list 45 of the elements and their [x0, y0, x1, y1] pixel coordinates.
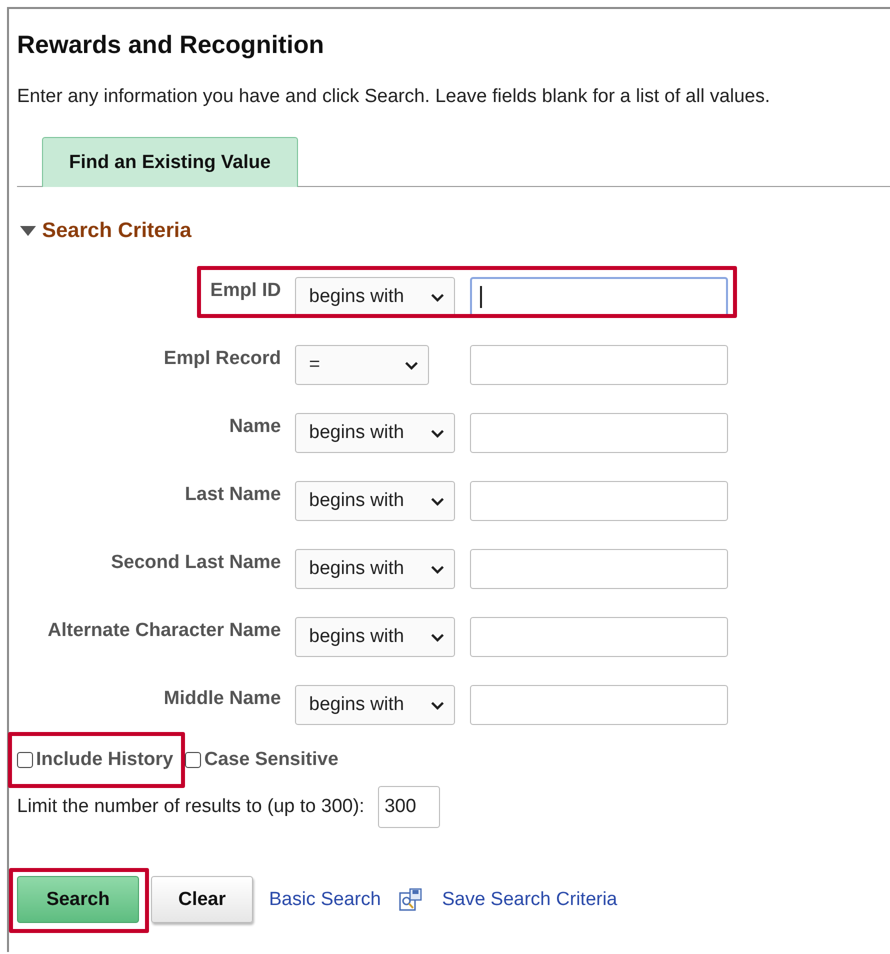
limit-field[interactable]: 300: [378, 786, 440, 828]
field-label: Empl ID: [209, 279, 281, 302]
operator-dropdown[interactable]: begins with: [295, 413, 455, 453]
text-field[interactable]: [470, 549, 728, 589]
caret-icon: [431, 292, 444, 302]
operator-dropdown[interactable]: begins with: [295, 549, 455, 589]
field-label: Alternate Character Name: [46, 619, 281, 642]
operator-dropdown[interactable]: begins with: [295, 481, 455, 521]
field-label: Middle Name: [162, 687, 281, 710]
text-field[interactable]: [470, 277, 728, 317]
caret-icon: [405, 360, 418, 370]
save-search-icon[interactable]: [398, 888, 423, 912]
caret-icon: [431, 564, 444, 574]
operator-dropdown[interactable]: =: [295, 345, 429, 385]
text-cursor: [480, 286, 482, 308]
text-field[interactable]: [470, 345, 728, 385]
caret-icon: [431, 496, 444, 506]
instructions-text: Enter any information you have and click Search. Leave fields blank for a list of all values.: [17, 86, 772, 108]
clear-button[interactable]: Clear: [151, 876, 253, 923]
search-button[interactable]: Search: [17, 876, 139, 923]
text-field[interactable]: [470, 685, 728, 725]
caret-icon: [431, 700, 444, 710]
operator-dropdown[interactable]: begins with: [295, 685, 455, 725]
text-field[interactable]: [470, 617, 728, 657]
operator-dropdown[interactable]: begins with: [295, 277, 455, 317]
checkbox[interactable]: [185, 752, 202, 768]
caret-icon: [431, 632, 444, 642]
checkbox-label: Case Sensitive: [204, 749, 338, 771]
collapse-triangle-icon[interactable]: [20, 226, 36, 236]
text-field[interactable]: [470, 413, 728, 453]
operator-dropdown[interactable]: begins with: [295, 617, 455, 657]
field-label: Name: [228, 415, 281, 438]
page-title: Rewards and Recognition: [17, 30, 325, 60]
section-title[interactable]: Search Criteria: [42, 219, 192, 243]
field-label: Empl Record: [162, 347, 281, 370]
checkbox-label: Include History: [36, 749, 174, 771]
link[interactable]: Basic Search: [269, 888, 381, 910]
checkbox[interactable]: [17, 752, 33, 768]
field-label: Second Last Name: [110, 551, 281, 574]
limit-label: Limit the number of results to (up to 300):: [17, 796, 364, 818]
text-field[interactable]: [470, 481, 728, 521]
link[interactable]: Save Search Criteria: [442, 888, 618, 910]
caret-icon: [431, 428, 444, 438]
field-label: Last Name: [184, 483, 281, 506]
tab[interactable]: Find an Existing Value: [42, 137, 298, 187]
